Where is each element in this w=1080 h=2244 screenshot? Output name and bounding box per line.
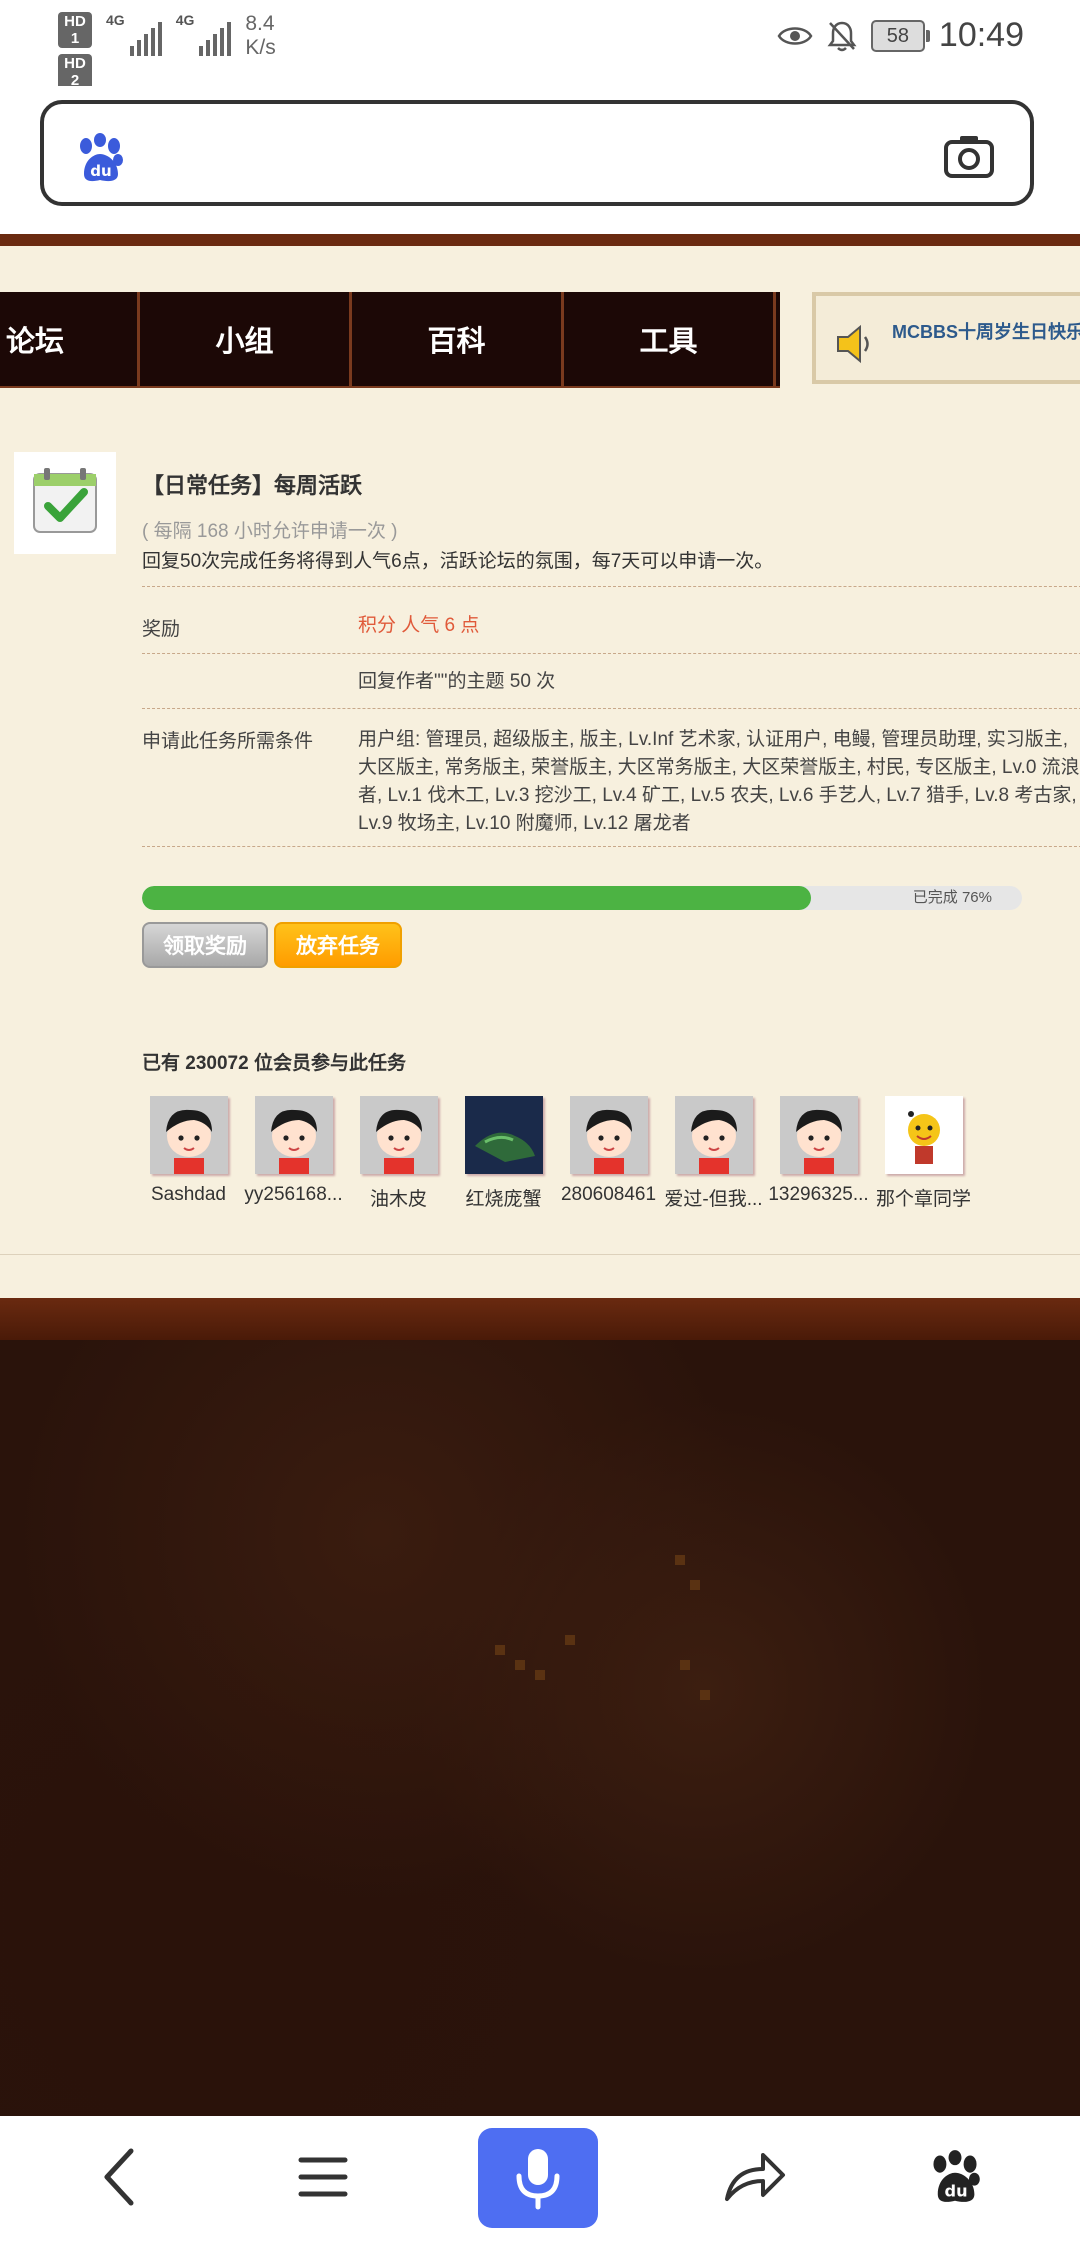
abandon-task-button[interactable]: 放弃任务 (274, 922, 402, 968)
status-bar: HD 1 HD 2 4G 4G 8.4 K/s 58 10:49 (0, 0, 1080, 90)
avatar[interactable] (254, 1096, 333, 1174)
camera-icon[interactable] (944, 134, 994, 178)
back-icon[interactable] (84, 2142, 154, 2212)
avatar[interactable] (779, 1096, 858, 1174)
avatar[interactable] (884, 1096, 963, 1174)
speed-unit: K/s (245, 36, 276, 59)
member-list: Sashdad yy256168... 油木皮 红烧庞蟹 280608461 爱过-但我.… (136, 1096, 976, 1211)
member-avatar-item[interactable]: 13296325... (766, 1096, 871, 1211)
menu-icon[interactable] (288, 2142, 358, 2212)
member-name[interactable]: 280608461 (556, 1184, 661, 1206)
member-avatar-item[interactable]: 爱过-但我... (661, 1096, 766, 1211)
sim2-badge: HD 2 (58, 54, 92, 90)
task-progress-bar: 已完成 76% (142, 886, 1022, 910)
sim-indicators: HD 1 HD 2 (58, 12, 92, 90)
bell-off-icon (827, 21, 857, 51)
member-avatar-item[interactable]: yy256168... (241, 1096, 346, 1211)
avatar[interactable] (674, 1096, 753, 1174)
nav-item-group[interactable]: 小组 (140, 292, 352, 386)
svg-text:du: du (90, 162, 111, 180)
signal-1-icon: 4G (106, 12, 162, 56)
divider (142, 708, 1080, 709)
member-name[interactable]: yy256168... (241, 1184, 346, 1206)
network-type-2: 4G (175, 12, 195, 28)
task-title: 【日常任务】每周活跃 (142, 473, 363, 498)
condition-value: 用户组: 管理员, 超级版主, 版主, Lv.Inf 艺术家, 认证用户, 电鳗… (358, 729, 1080, 834)
member-name[interactable]: 红烧庞蟹 (451, 1184, 556, 1211)
baidu-logo-icon[interactable]: du (74, 132, 126, 184)
progress-fill (142, 886, 811, 910)
page-top-border (0, 234, 1080, 246)
page-footer-border (0, 1298, 1080, 1340)
member-name[interactable]: 爱过-但我... (661, 1184, 766, 1211)
content-divider (0, 1254, 1080, 1255)
browser-bottom-nav: du (0, 2116, 1080, 2244)
status-right: 58 10:49 (777, 16, 1024, 55)
battery-icon: 58 (870, 19, 930, 52)
speed-value: 8.4 (245, 12, 275, 35)
eye-icon (777, 26, 813, 45)
svg-text:du: du (945, 2181, 968, 2200)
forum-nav: 论坛 小组 百科 工具 (0, 292, 780, 388)
task-checklist-icon (14, 452, 116, 554)
nav-item-tools[interactable]: 工具 (564, 292, 776, 386)
background-texture (0, 1340, 1080, 2116)
member-avatar-item[interactable]: 油木皮 (346, 1096, 451, 1211)
condition-label: 申请此任务所需条件 (142, 731, 314, 752)
divider (142, 586, 1080, 587)
browser-search-area: du (0, 86, 1080, 234)
divider (142, 653, 1080, 654)
nav-item-forum[interactable]: 论坛 (0, 292, 140, 386)
announcement-text[interactable]: MCBBS十周岁生日快乐 (892, 318, 1080, 344)
page-content: 论坛 小组 百科 工具 MCBBS十周岁生日快乐 【日常任务】每周活跃 ( 每隔… (0, 246, 1080, 1298)
avatar[interactable] (149, 1096, 228, 1174)
claim-reward-button[interactable]: 领取奖励 (142, 922, 268, 968)
member-avatar-item[interactable]: 红烧庞蟹 (451, 1096, 556, 1211)
members-count: 已有 230072 位会员参与此任务 (142, 1053, 406, 1074)
task-description: 回复50次完成任务将得到人气6点，活跃论坛的氛围，每7天可以申请一次。 (142, 551, 774, 572)
member-name[interactable]: 13296325... (766, 1184, 871, 1206)
progress-text: 已完成 76% (912, 889, 992, 906)
speaker-icon (837, 324, 869, 364)
search-input[interactable]: du (40, 100, 1034, 206)
announcement-banner[interactable]: MCBBS十周岁生日快乐 (812, 292, 1080, 384)
member-avatar-item[interactable]: 那个章同学 (871, 1096, 976, 1211)
avatar[interactable] (464, 1096, 543, 1174)
mic-icon (516, 2149, 560, 2210)
task-interval: ( 每隔 168 小时允许申请一次 ) (142, 521, 398, 542)
avatar[interactable] (359, 1096, 438, 1174)
member-name[interactable]: 那个章同学 (871, 1184, 976, 1211)
task-requirement: 回复作者""的主题 50 次 (358, 671, 556, 692)
avatar[interactable] (569, 1096, 648, 1174)
voice-search-button[interactable] (478, 2128, 598, 2228)
status-left: HD 1 HD 2 4G 4G 8.4 K/s (58, 12, 276, 90)
clock: 10:49 (938, 16, 1024, 54)
divider (142, 846, 1080, 847)
baidu-paw-icon[interactable]: du (920, 2142, 990, 2212)
signal-2-icon: 4G (176, 12, 232, 56)
nav-item-wiki[interactable]: 百科 (352, 292, 564, 386)
network-type-1: 4G (106, 12, 125, 28)
member-name[interactable]: Sashdad (136, 1184, 241, 1206)
share-icon[interactable] (720, 2142, 790, 2212)
member-avatar-item[interactable]: 280608461 (556, 1096, 661, 1211)
member-avatar-item[interactable]: Sashdad (136, 1096, 241, 1211)
reward-value: 积分 人气 6 点 (358, 615, 480, 636)
sim1-badge: HD 1 (58, 12, 92, 48)
member-name[interactable]: 油木皮 (346, 1184, 451, 1211)
reward-label: 奖励 (142, 619, 181, 640)
network-speed: 8.4 K/s (245, 12, 275, 60)
